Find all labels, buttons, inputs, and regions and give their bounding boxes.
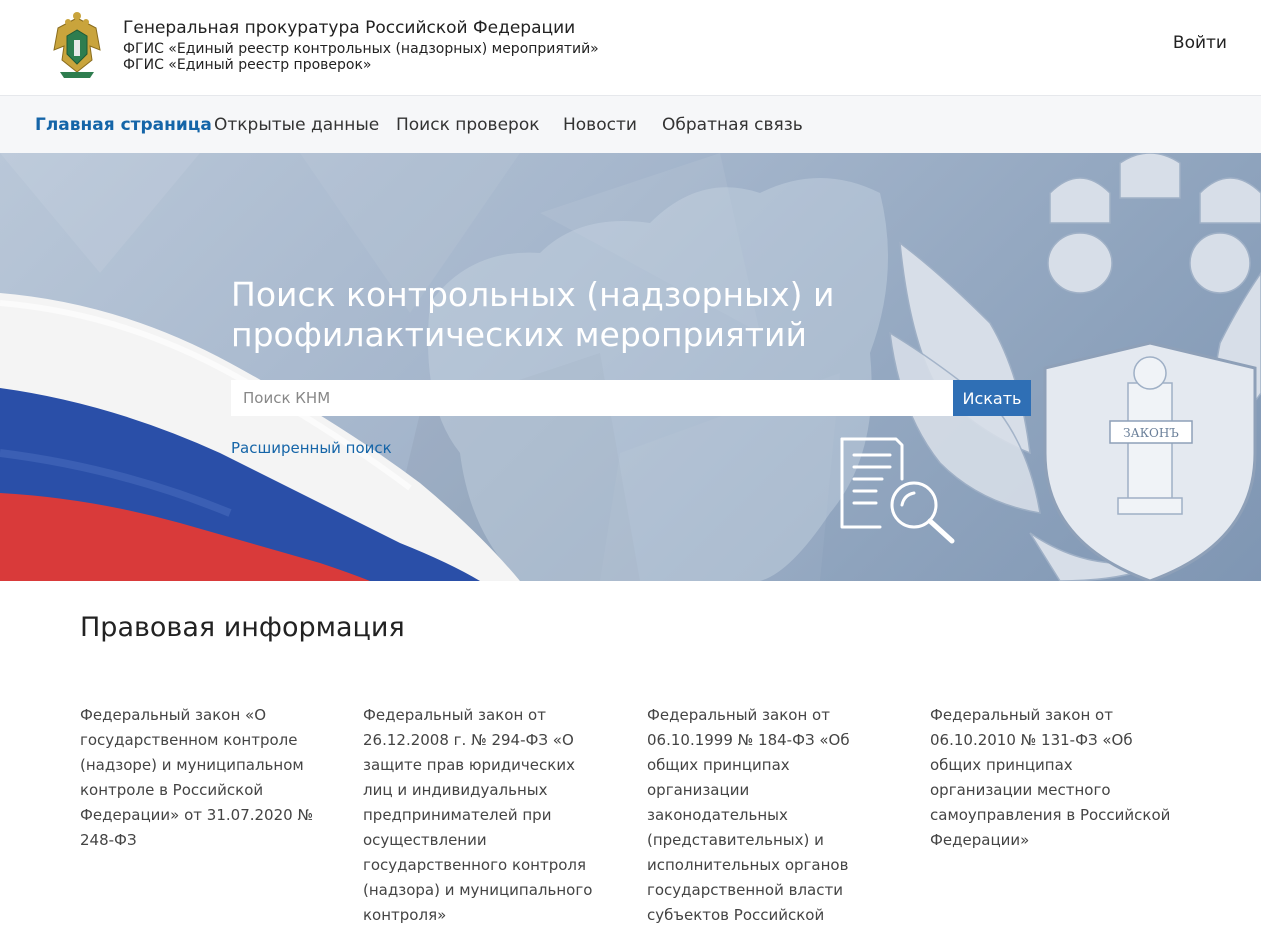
main-nav: Главная страница Открытые данные Поиск п… [0, 95, 1261, 153]
org-title: Генеральная прокуратура Российской Федер… [123, 18, 576, 38]
site-header: Генеральная прокуратура Российской Федер… [0, 0, 1261, 95]
nav-item-search-inspections[interactable]: Поиск проверок [396, 115, 540, 135]
search-button[interactable]: Искать [953, 380, 1031, 416]
prosecutor-emblem-icon [53, 12, 101, 78]
law-link-294fz[interactable]: Федеральный закон от 26.12.2008 г. № 294… [363, 703, 608, 926]
hero-banner: ЗАКОНЪ Поиск контрольных (надзорных) и п… [0, 153, 1261, 581]
org-subtitle-inspections: ФГИС «Единый реестр проверок» [123, 57, 372, 73]
legal-info-heading: Правовая информация [80, 612, 405, 643]
hero-title: Поиск контрольных (надзорных) и профилак… [231, 275, 835, 354]
document-search-icon [840, 437, 955, 544]
nav-item-news[interactable]: Новости [563, 115, 637, 135]
law-link-248fz[interactable]: Федеральный закон «О государственном кон… [80, 703, 325, 853]
nav-item-home[interactable]: Главная страница [35, 115, 212, 135]
login-link[interactable]: Войти [1173, 33, 1227, 53]
law-link-184fz[interactable]: Федеральный закон от 06.10.1999 № 184-ФЗ… [647, 703, 892, 926]
nav-item-open-data[interactable]: Открытые данные [214, 115, 379, 135]
law-link-131fz[interactable]: Федеральный закон от 06.10.2010 № 131-ФЗ… [930, 703, 1175, 853]
search-input[interactable] [231, 380, 953, 416]
advanced-search-link[interactable]: Расширенный поиск [231, 439, 392, 457]
nav-item-feedback[interactable]: Обратная связь [662, 115, 803, 135]
org-subtitle-knm: ФГИС «Единый реестр контрольных (надзорн… [123, 41, 599, 57]
crest-motto: ЗАКОНЪ [1123, 426, 1179, 440]
